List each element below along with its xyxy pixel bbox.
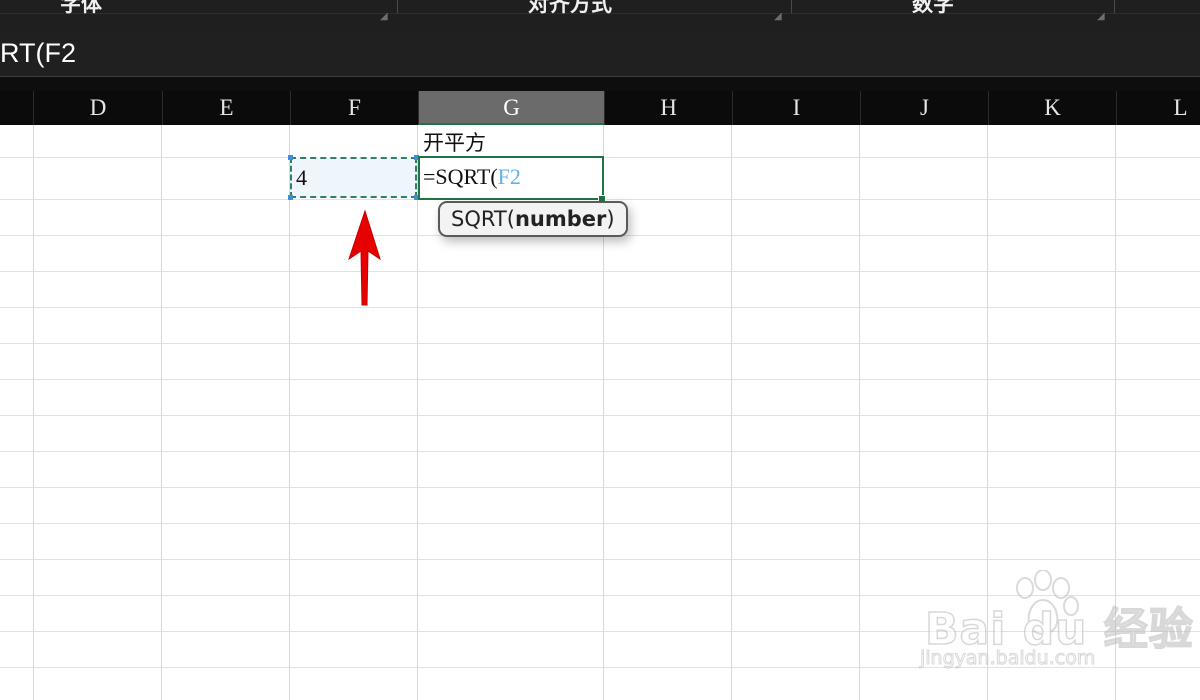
grid-column-line bbox=[289, 125, 290, 700]
column-header-j[interactable]: J bbox=[860, 91, 988, 125]
grid-column-line bbox=[417, 125, 418, 700]
ribbon-group-font-label: 字体 bbox=[60, 0, 102, 16]
formula-bar-gap bbox=[0, 77, 1200, 91]
grid-row-line bbox=[0, 415, 1200, 416]
ribbon-separator bbox=[791, 0, 792, 13]
tooltip-close-paren: ) bbox=[606, 207, 615, 231]
arrow-shape bbox=[348, 209, 381, 306]
ribbon-group-number-label: 数字 bbox=[912, 0, 954, 16]
selection-handle[interactable] bbox=[288, 195, 293, 200]
grid-row-line bbox=[0, 523, 1200, 524]
grid-row-line bbox=[0, 307, 1200, 308]
grid-row-line bbox=[0, 343, 1200, 344]
function-argument-tooltip[interactable]: SQRT(number) bbox=[438, 201, 628, 237]
baidu-watermark: Bai du 经验 jingyan.baidu.com bbox=[915, 570, 1194, 695]
formula-bar-text[interactable]: RT(F2 bbox=[0, 36, 76, 70]
grid-row-line bbox=[0, 379, 1200, 380]
formula-function-text: =SQRT( bbox=[423, 164, 498, 189]
cell-g2-formula[interactable]: =SQRT(F2 bbox=[423, 164, 521, 190]
tooltip-function-name: SQRT( bbox=[451, 207, 515, 231]
red-up-arrow-icon bbox=[348, 209, 381, 306]
grid-column-line bbox=[161, 125, 162, 700]
column-header-k[interactable]: K bbox=[988, 91, 1116, 125]
column-header-h[interactable]: H bbox=[604, 91, 732, 125]
font-dialog-launcher-icon[interactable]: ◢ bbox=[380, 12, 390, 22]
selection-handle[interactable] bbox=[288, 155, 293, 160]
tooltip-argument-number[interactable]: number bbox=[515, 207, 606, 231]
cell-f2[interactable]: 4 bbox=[288, 155, 419, 200]
formula-reference-text: F2 bbox=[497, 164, 521, 189]
column-header-l[interactable]: L bbox=[1116, 91, 1200, 125]
grid-column-line bbox=[731, 125, 732, 700]
column-header-i[interactable]: I bbox=[732, 91, 860, 125]
number-dialog-launcher-icon[interactable]: ◢ bbox=[1097, 12, 1107, 22]
ribbon-separator bbox=[1114, 0, 1115, 13]
column-header-f[interactable]: F bbox=[290, 91, 418, 125]
ribbon-group-alignment-label: 对齐方式 bbox=[528, 0, 612, 16]
cell-g2-editing[interactable]: =SQRT(F2 bbox=[418, 156, 604, 200]
grid-row-line bbox=[0, 271, 1200, 272]
cell-f2-value: 4 bbox=[296, 165, 307, 190]
column-header-g[interactable]: G bbox=[418, 91, 604, 125]
column-header-e[interactable]: E bbox=[162, 91, 290, 125]
grid-row-line bbox=[0, 487, 1200, 488]
grid-row-line bbox=[0, 451, 1200, 452]
column-headers: D E F G H I J K L bbox=[0, 91, 1200, 125]
alignment-dialog-launcher-icon[interactable]: ◢ bbox=[774, 12, 784, 22]
grid-row-line bbox=[0, 559, 1200, 560]
grid-column-line bbox=[33, 125, 34, 700]
watermark-site: jingyan.baidu.com bbox=[919, 647, 1096, 670]
formula-bar[interactable]: RT(F2 bbox=[0, 30, 1200, 77]
ribbon: 字体 ◢ 对齐方式 ◢ 数字 ◢ bbox=[0, 0, 1200, 31]
cell-g1[interactable]: 开平方 bbox=[423, 130, 486, 156]
ribbon-separator bbox=[397, 0, 398, 13]
column-header-d[interactable]: D bbox=[33, 91, 162, 125]
grid-column-line bbox=[859, 125, 860, 700]
